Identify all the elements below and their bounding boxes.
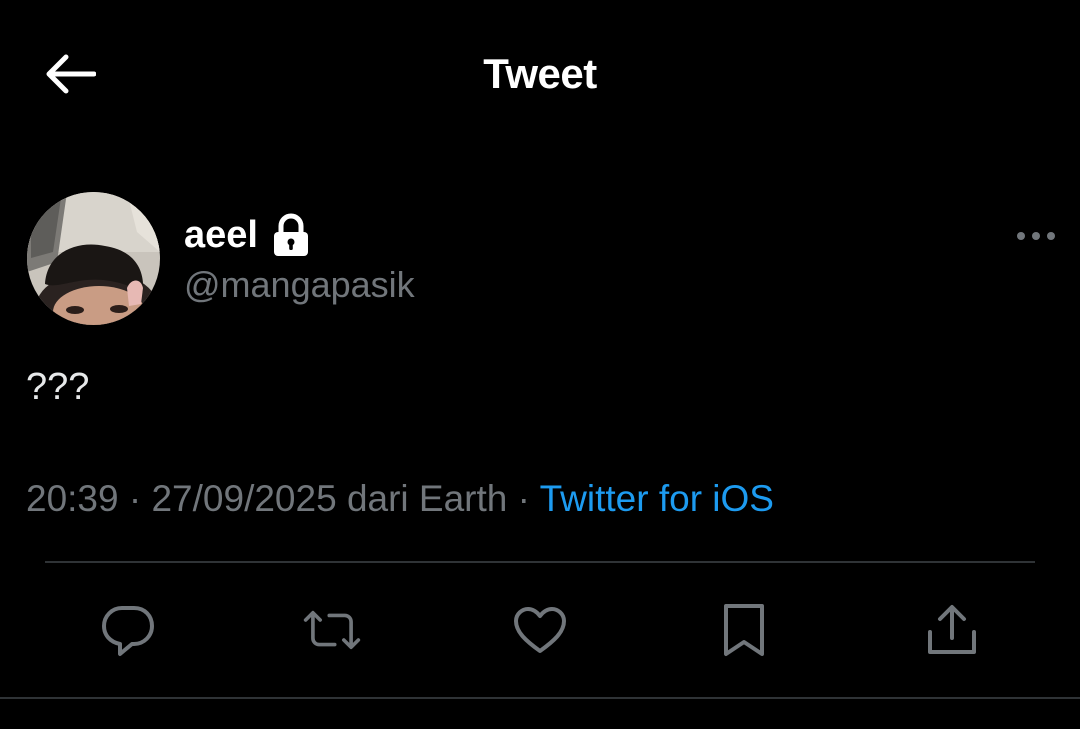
share-icon xyxy=(928,605,976,654)
lock-icon xyxy=(272,213,310,257)
tweet-text: ??? xyxy=(26,366,90,408)
tweet-location: dari Earth xyxy=(346,478,508,519)
bookmark-icon xyxy=(724,604,764,656)
avatar[interactable] xyxy=(27,192,160,325)
divider xyxy=(45,561,1035,563)
divider xyxy=(0,697,1080,699)
bookmark-button[interactable] xyxy=(714,600,774,660)
tweet-metadata: 20:39 · 27/09/2025 dari Earth · Twitter … xyxy=(26,475,774,523)
like-button[interactable] xyxy=(510,600,570,660)
reply-button[interactable] xyxy=(98,600,158,660)
author-name[interactable]: aeel xyxy=(184,212,310,258)
tweet-detail-page: Tweet aeel @mangapasik ??? 20:39 · 27/09… xyxy=(0,0,1080,729)
author-handle[interactable]: @mangapasik xyxy=(184,263,415,307)
tweet-time[interactable]: 20:39 xyxy=(26,478,119,519)
heart-icon xyxy=(514,607,566,653)
retweet-button[interactable] xyxy=(302,600,362,660)
more-horizontal-icon xyxy=(1017,232,1055,240)
more-options-button[interactable] xyxy=(1010,218,1062,254)
avatar-image xyxy=(27,192,160,325)
display-name: aeel xyxy=(184,214,258,256)
tweet-source-link[interactable]: Twitter for iOS xyxy=(540,478,774,519)
page-title: Tweet xyxy=(483,50,597,97)
meta-separator: · xyxy=(128,478,142,519)
reply-icon xyxy=(102,606,154,656)
tweet-date[interactable]: 27/09/2025 xyxy=(151,478,336,519)
meta-separator: · xyxy=(517,478,530,519)
retweet-icon xyxy=(303,610,361,650)
share-button[interactable] xyxy=(922,600,982,660)
